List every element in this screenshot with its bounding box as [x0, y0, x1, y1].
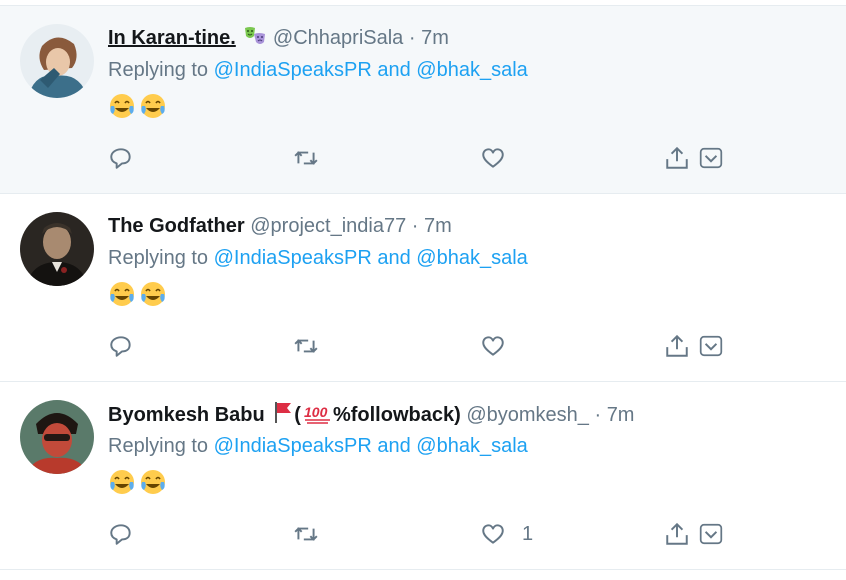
- tweet-header: The Godfather @project_india77 · 7m: [108, 212, 452, 240]
- tweet-header: Byomkesh Babu ( 100 %followback) @byomke…: [108, 400, 634, 432]
- tweet-actions: [108, 140, 728, 176]
- tweet-header: In Karan-tine. @ChhapriSala · 7m: [108, 24, 449, 55]
- reply-button[interactable]: [108, 328, 134, 364]
- mention-link[interactable]: @IndiaSpeaksPR: [214, 435, 372, 457]
- like-button[interactable]: [480, 140, 522, 176]
- timestamp[interactable]: 7m: [424, 215, 452, 237]
- tears-of-joy-icon: [139, 468, 167, 496]
- reply-icon: [110, 524, 131, 545]
- mention-link[interactable]: @IndiaSpeaksPR: [214, 59, 372, 81]
- replying-label: Replying to: [108, 59, 209, 81]
- replying-to: Replying to @IndiaSpeaksPR and @bhak_sal…: [108, 244, 528, 272]
- display-name[interactable]: In Karan-tine.: [108, 27, 236, 49]
- tweet-text: [108, 466, 170, 496]
- mention-link[interactable]: @bhak_sala: [416, 59, 527, 81]
- user-handle[interactable]: @byomkesh_: [466, 404, 589, 426]
- more-options-button[interactable]: [698, 140, 724, 176]
- avatar[interactable]: [20, 212, 94, 286]
- tears-of-joy-icon: [108, 280, 136, 308]
- name-suffix: %followback): [332, 404, 461, 426]
- avatar[interactable]: [20, 24, 94, 98]
- tears-of-joy-icon: [108, 92, 136, 120]
- tweet-feed: In Karan-tine. @ChhapriSala · 7m Replyin…: [0, 5, 846, 570]
- retweet-button[interactable]: [293, 516, 319, 552]
- mention-link[interactable]: @IndiaSpeaksPR: [214, 247, 372, 269]
- tweet-text: [108, 90, 170, 120]
- tears-of-joy-icon: [108, 468, 136, 496]
- like-count: 1: [522, 522, 534, 545]
- name-open-paren: (: [294, 404, 301, 426]
- like-icon: [482, 148, 504, 168]
- svg-text:100: 100: [304, 404, 328, 420]
- separator-dot: ·: [411, 215, 419, 237]
- like-button[interactable]: 1: [480, 516, 533, 552]
- hundred-points-icon: 100: [303, 402, 333, 432]
- reply-icon: [110, 336, 131, 357]
- retweet-button[interactable]: [293, 328, 319, 364]
- mention-link[interactable]: @bhak_sala: [416, 435, 527, 457]
- red-flag-icon: [272, 400, 294, 432]
- chevron-down-icon: [699, 335, 723, 357]
- separator-dot: ·: [408, 27, 416, 49]
- replying-label: Replying to: [108, 435, 209, 457]
- share-icon: [666, 146, 688, 169]
- share-icon: [666, 334, 688, 357]
- tears-of-joy-icon: [139, 280, 167, 308]
- display-name[interactable]: Byomkesh Babu: [108, 404, 265, 426]
- avatar[interactable]: [20, 400, 94, 474]
- reply-icon: [110, 148, 131, 169]
- replying-to: Replying to @IndiaSpeaksPR and @bhak_sal…: [108, 432, 528, 460]
- separator-dot: ·: [594, 404, 602, 426]
- user-handle[interactable]: @project_india77: [250, 215, 406, 237]
- mention-link[interactable]: @bhak_sala: [416, 247, 527, 269]
- like-icon: [482, 524, 504, 544]
- tweet-actions: [108, 328, 728, 364]
- timestamp[interactable]: 7m: [421, 27, 449, 49]
- user-handle[interactable]: @ChhapriSala: [273, 27, 403, 49]
- chevron-down-icon: [699, 523, 723, 545]
- tweet[interactable]: The Godfather @project_india77 · 7m Repl…: [0, 194, 846, 382]
- display-name[interactable]: The Godfather: [108, 215, 245, 237]
- timestamp[interactable]: 7m: [607, 404, 635, 426]
- share-button[interactable]: [664, 328, 690, 364]
- tweet-text: [108, 278, 170, 308]
- and-label[interactable]: and: [377, 435, 410, 457]
- and-label[interactable]: and: [377, 59, 410, 81]
- like-button[interactable]: [480, 328, 522, 364]
- share-icon: [666, 522, 688, 545]
- theater-masks-icon: [243, 25, 267, 55]
- retweet-icon: [294, 527, 318, 541]
- tears-of-joy-icon: [139, 92, 167, 120]
- like-icon: [482, 336, 504, 356]
- retweet-icon: [294, 339, 318, 353]
- and-label[interactable]: and: [377, 247, 410, 269]
- tweet[interactable]: Byomkesh Babu ( 100 %followback) @byomke…: [0, 382, 846, 570]
- more-options-button[interactable]: [698, 328, 724, 364]
- reply-button[interactable]: [108, 140, 134, 176]
- replying-to: Replying to @IndiaSpeaksPR and @bhak_sal…: [108, 56, 528, 84]
- tweet-actions: 1: [108, 516, 728, 552]
- share-button[interactable]: [664, 140, 690, 176]
- share-button[interactable]: [664, 516, 690, 552]
- more-options-button[interactable]: [698, 516, 724, 552]
- tweet[interactable]: In Karan-tine. @ChhapriSala · 7m Replyin…: [0, 5, 846, 194]
- replying-label: Replying to: [108, 247, 209, 269]
- chevron-down-icon: [699, 147, 723, 169]
- retweet-button[interactable]: [293, 140, 319, 176]
- reply-button[interactable]: [108, 516, 134, 552]
- retweet-icon: [294, 151, 318, 165]
